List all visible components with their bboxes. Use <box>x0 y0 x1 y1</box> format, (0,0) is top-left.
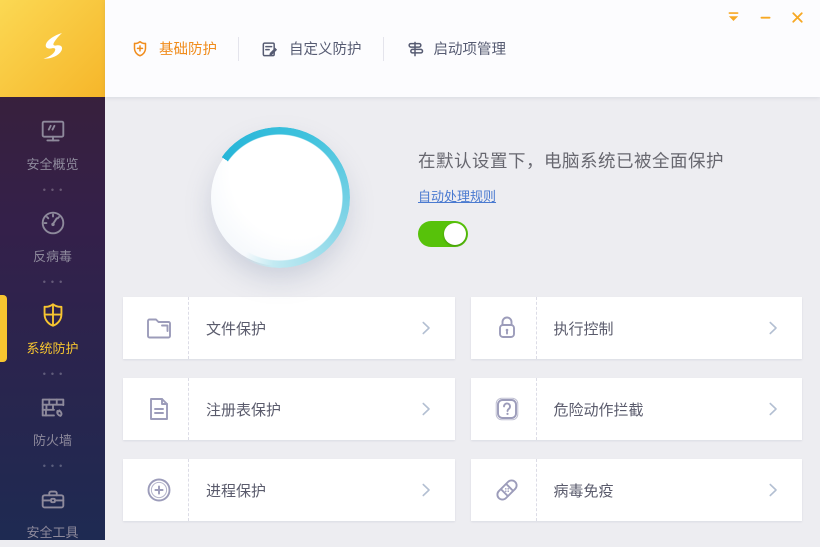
sidebar-item-label: 反病毒 <box>32 249 72 264</box>
close-button[interactable] <box>789 9 806 26</box>
sidebar-item-label: 系统防护 <box>26 341 79 356</box>
tab-label: 基础防护 <box>159 42 217 58</box>
sidebar: 安全概览 ••• 反病毒 ••• 系统防护 ••• 防火墙 ••• 安全工具 <box>0 0 105 540</box>
chevron-right-icon <box>415 479 437 501</box>
sidebar-item-system-protection[interactable]: 系统防护 <box>0 294 105 363</box>
bandage-icon <box>491 474 523 506</box>
question-icon <box>491 393 523 425</box>
firewall-icon <box>38 392 68 422</box>
chevron-right-icon <box>415 398 437 420</box>
sidebar-item-firewall[interactable]: 防火墙 <box>0 386 105 455</box>
card-label: 文件保护 <box>206 320 267 338</box>
tab-label: 启动项管理 <box>433 42 507 58</box>
sidebar-item-label: 安全概览 <box>26 157 79 172</box>
status-message: 在默认设置下，电脑系统已被全面保护 <box>418 150 724 171</box>
tab-label: 自定义防护 <box>289 42 362 58</box>
sidebar-item-security-tools[interactable]: 安全工具 <box>0 478 105 547</box>
sidebar-item-label: 防火墙 <box>32 433 72 448</box>
sidebar-nav: 安全概览 ••• 反病毒 ••• 系统防护 ••• 防火墙 ••• 安全工具 <box>0 97 105 547</box>
separator-dots: ••• <box>42 369 68 379</box>
huorong-shield-logo-icon <box>31 23 74 74</box>
protection-status-section: 在默认设置下，电脑系统已被全面保护 自动处理规则 <box>123 97 802 297</box>
main-column: 基础防护 自定义防护 启动项管理 在默认设置下，电脑系统已被全面保护 自动处理规… <box>105 0 820 540</box>
content-area: 在默认设置下，电脑系统已被全面保护 自动处理规则 文件保护 执行控制注册表保护 危险… <box>105 97 820 540</box>
auto-rules-link[interactable]: 自动处理规则 <box>418 186 496 205</box>
tab-startup-management[interactable]: 启动项管理 <box>384 38 528 59</box>
card-label: 注册表保护 <box>206 401 282 419</box>
sidebar-item-security-overview[interactable]: 安全概览 <box>0 110 105 179</box>
shield-cross-icon <box>38 300 68 330</box>
card-execution-control[interactable]: 执行控制 <box>470 297 802 359</box>
separator-dots: ••• <box>42 461 68 471</box>
tab-basic-protection[interactable]: 基础防护 <box>130 38 238 59</box>
app-window: 安全概览 ••• 反病毒 ••• 系统防护 ••• 防火墙 ••• 安全工具 基础防护 自定义防护… <box>0 0 820 540</box>
gauge-icon <box>38 208 68 238</box>
plus-circle-icon <box>143 474 175 506</box>
card-divider <box>535 378 537 440</box>
separator-dots: ••• <box>42 277 68 287</box>
edit-icon <box>260 39 280 59</box>
toolbox-icon <box>38 484 68 514</box>
protection-tabs: 基础防护 自定义防护 启动项管理 <box>130 36 528 61</box>
toggle-knob <box>444 222 466 245</box>
card-divider <box>188 459 189 521</box>
chevron-right-icon <box>762 479 784 501</box>
card-divider <box>188 297 189 359</box>
chevron-right-icon <box>762 317 784 339</box>
minimize-icon <box>757 9 774 26</box>
card-virus-immunity[interactable]: 病毒免疫 <box>470 459 802 521</box>
chevron-right-icon <box>415 317 437 339</box>
app-logo <box>0 0 105 97</box>
top-tab-bar: 基础防护 自定义防护 启动项管理 <box>105 0 820 97</box>
card-label: 进程保护 <box>206 482 267 500</box>
hide-to-tray-icon <box>725 9 742 26</box>
shield-cross-hero-icon <box>255 165 304 229</box>
document-icon <box>143 393 175 425</box>
close-icon <box>789 9 806 26</box>
window-controls <box>725 9 806 26</box>
tab-custom-protection[interactable]: 自定义防护 <box>239 38 383 59</box>
sidebar-item-antivirus[interactable]: 反病毒 <box>0 202 105 271</box>
card-registry-protection[interactable]: 注册表保护 <box>123 378 455 440</box>
signpost-icon <box>405 39 425 59</box>
shield-plus-icon <box>130 39 150 59</box>
card-divider <box>535 459 537 521</box>
card-label: 病毒免疫 <box>553 482 614 500</box>
protection-toggle[interactable] <box>418 220 468 247</box>
card-label: 危险动作拦截 <box>553 401 644 419</box>
card-dangerous-action-block[interactable]: 危险动作拦截 <box>470 378 802 440</box>
lock-icon <box>491 312 523 344</box>
card-label: 执行控制 <box>553 320 614 338</box>
card-divider <box>188 378 189 440</box>
status-text-block: 在默认设置下，电脑系统已被全面保护 自动处理规则 <box>418 148 724 247</box>
protection-cards-grid: 文件保护 执行控制注册表保护 危险动作拦截进程保护 病毒免疫 <box>123 297 802 521</box>
tray-button[interactable] <box>725 9 742 26</box>
separator-dots: ••• <box>42 185 68 195</box>
minimize-button[interactable] <box>757 9 774 26</box>
monitor-icon <box>38 116 68 146</box>
sidebar-item-label: 安全工具 <box>26 525 79 540</box>
card-file-protection[interactable]: 文件保护 <box>123 297 455 359</box>
folder-icon <box>143 312 175 344</box>
chevron-right-icon <box>762 398 784 420</box>
card-process-protection[interactable]: 进程保护 <box>123 459 455 521</box>
protection-status-ring <box>209 126 350 268</box>
card-divider <box>535 297 537 359</box>
